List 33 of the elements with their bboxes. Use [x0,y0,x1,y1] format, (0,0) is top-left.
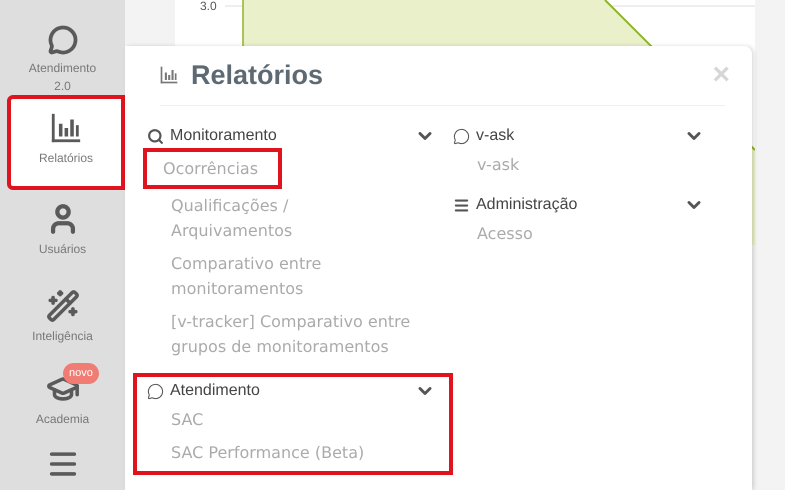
section-heading[interactable]: Monitoramento [170,124,277,148]
magic-wand-icon [46,289,80,323]
menu-link[interactable]: Comparativo entre monitoramentos [171,247,414,305]
speech-bubble-icon [453,128,470,144]
sidebar-item[interactable]: Inteligência [0,275,125,360]
sidebar-item[interactable]: Usuários [0,190,125,275]
panel-title: Relatórios [191,58,324,92]
sidebar-item[interactable]: Relatórios [7,95,125,190]
sidebar-item[interactable]: Atendimento 2.0 [0,0,125,95]
menu-link[interactable]: Qualificações / Arquivamentos [171,189,414,247]
menu-link[interactable]: SAC Performance (Beta) [171,436,364,469]
speech-bubble-icon [147,382,164,400]
search-icon [147,128,164,144]
menu-link[interactable]: Ocorrências [143,148,282,189]
menu-link[interactable]: SAC [171,403,204,436]
axis-label: 3.0 [200,0,217,15]
sidebar-item[interactable]: novo Academia [0,360,125,445]
section-heading[interactable]: Atendimento [170,379,260,403]
sidebar-label: Inteligência [31,328,94,345]
bar-chart-icon [159,65,179,85]
sidebar-label: Relatórios [38,150,94,167]
new-badge: novo [63,363,99,384]
menu-link[interactable]: [v-tracker] Comparativo entre grupos de monitoramentos [171,305,414,363]
section-heading[interactable]: Administração [476,193,578,217]
chat-bubble-icon [46,25,80,55]
sidebar-label: Academia [34,411,90,428]
menu-link[interactable]: Acesso [477,217,533,250]
bar-chart-icon [49,111,83,145]
menu-link[interactable]: v-ask [477,148,520,181]
list-icon [453,196,470,214]
sidebar-label: Usuários [38,241,88,258]
section-heading[interactable]: v-ask [476,124,514,148]
sidebar-label: Atendimento 2.0 [28,60,98,95]
